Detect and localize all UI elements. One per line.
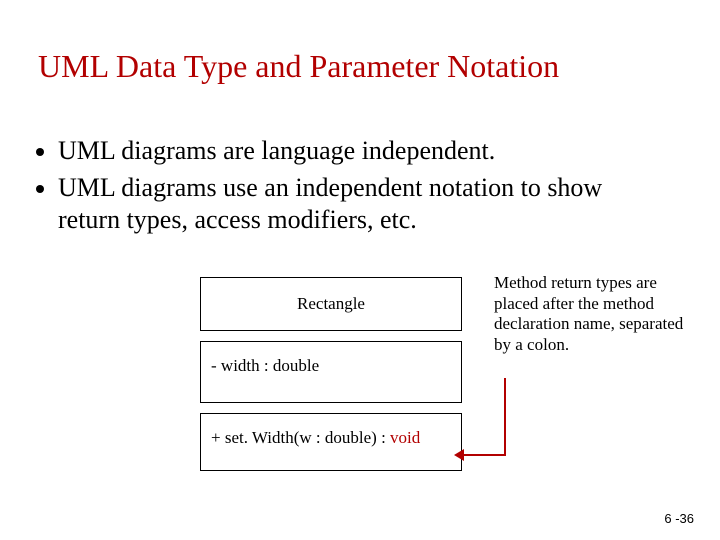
uml-return-type: void xyxy=(390,428,420,447)
uml-class-name: Rectangle xyxy=(200,277,462,331)
callout-line-vertical xyxy=(504,378,506,456)
bullet-item: UML diagrams use an independent notation… xyxy=(58,172,650,237)
arrow-left-icon xyxy=(454,449,464,461)
uml-operation: + set. Width(w : double) : void xyxy=(200,413,462,471)
slide-title: UML Data Type and Parameter Notation xyxy=(38,48,559,85)
slide: UML Data Type and Parameter Notation UML… xyxy=(0,0,720,540)
uml-attribute: - width : double xyxy=(200,341,462,403)
uml-operation-signature: + set. Width(w : double) : xyxy=(211,428,390,447)
bullet-item: UML diagrams are language independent. xyxy=(58,135,650,168)
annotation-text: Method return types are placed after the… xyxy=(494,273,694,356)
bullet-list: UML diagrams are language independent. U… xyxy=(30,135,650,241)
callout-line-horizontal xyxy=(460,454,506,456)
page-number: 6 -36 xyxy=(664,511,694,526)
uml-class-box: Rectangle - width : double + set. Width(… xyxy=(200,277,462,471)
